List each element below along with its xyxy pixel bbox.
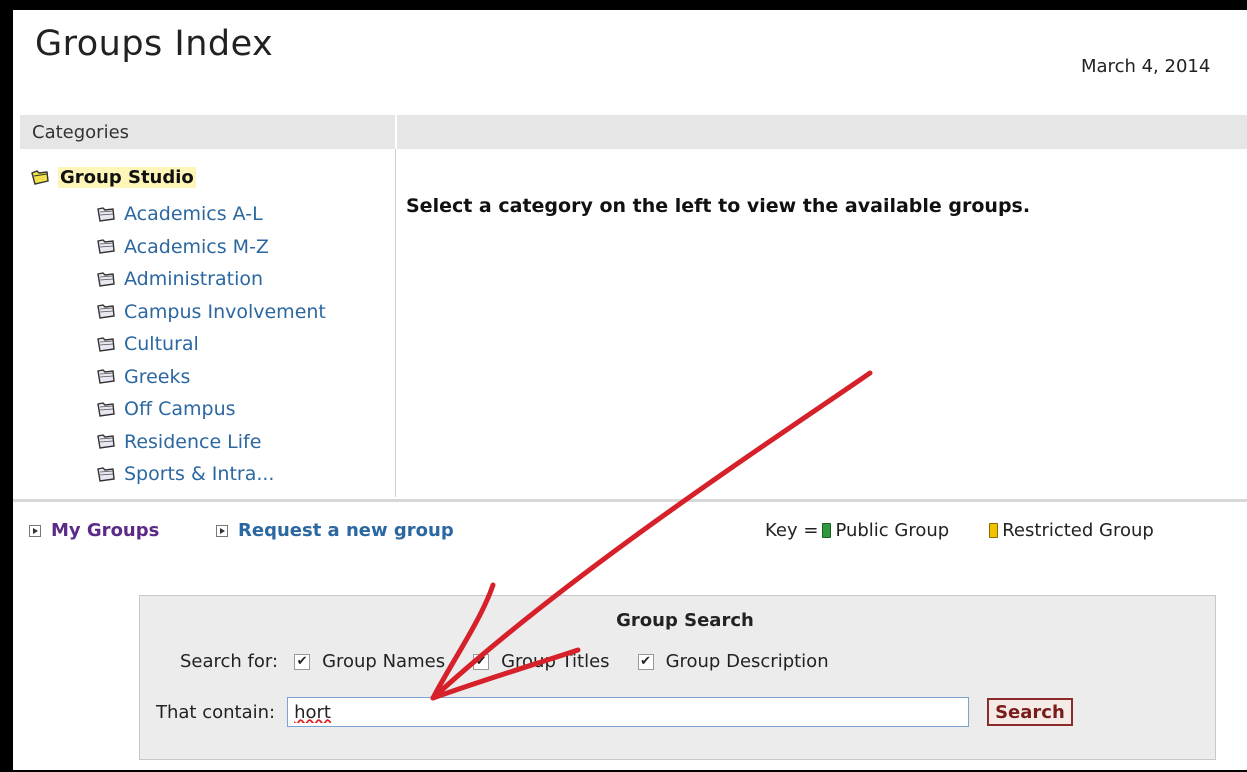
categories-header-bar: Categories (20, 115, 1247, 149)
folder-icon (97, 466, 115, 482)
select-category-message: Select a category on the left to view th… (406, 195, 1031, 217)
folder-icon (97, 271, 115, 287)
group-key-legend: Key = Public Group Restricted Group (765, 520, 1154, 541)
category-label: Residence Life (124, 430, 262, 453)
column-divider (395, 149, 396, 497)
key-prefix: Key = (765, 520, 819, 541)
request-group-label: Request a new group (238, 520, 454, 541)
group-description-checkbox[interactable]: ✔ (637, 653, 654, 670)
search-options-row: Search for: ✔ Group Names ✔ Group Titles… (180, 651, 829, 672)
category-label: Academics A-L (124, 203, 263, 226)
group-names-label: Group Names (322, 651, 446, 672)
group-names-checkbox[interactable]: ✔ (294, 653, 311, 670)
my-groups-label: My Groups (51, 520, 160, 541)
category-label: Sports & Intra... (124, 463, 275, 486)
category-list: Academics A-L Academics M-Z Administrati… (97, 198, 326, 491)
that-contain-label: That contain: (156, 701, 276, 723)
open-folder-icon (31, 170, 49, 185)
group-description-label: Group Description (665, 651, 829, 672)
category-item[interactable]: Cultural (97, 328, 326, 361)
category-label: Cultural (124, 333, 199, 356)
category-label: Campus Involvement (124, 300, 326, 323)
expand-arrow-icon (29, 524, 41, 537)
group-search-panel: Group Search Search for: ✔ Group Names ✔… (139, 595, 1216, 760)
folder-icon (97, 401, 115, 417)
group-search-title: Group Search (616, 610, 754, 631)
section-divider (13, 499, 1247, 502)
expand-arrow-icon (216, 524, 228, 537)
public-group-icon (822, 523, 832, 538)
category-label: Greeks (124, 365, 191, 388)
category-item[interactable]: Campus Involvement (97, 296, 326, 329)
folder-icon (97, 304, 115, 320)
folder-icon (97, 336, 115, 352)
category-label: Administration (124, 268, 264, 291)
category-item[interactable]: Off Campus (97, 393, 326, 426)
category-label: Academics M-Z (124, 235, 269, 258)
page-title: Groups Index (35, 24, 274, 64)
restricted-group-label: Restricted Group (1002, 520, 1154, 541)
search-input[interactable] (287, 697, 970, 727)
current-date: March 4, 2014 (1081, 56, 1211, 77)
category-root-group-studio[interactable]: Group Studio (31, 167, 196, 188)
category-item[interactable]: Greeks (97, 361, 326, 394)
group-titles-checkbox[interactable]: ✔ (473, 653, 490, 670)
category-item[interactable]: Administration (97, 263, 326, 296)
request-group-link[interactable]: Request a new group (216, 520, 454, 541)
category-item[interactable]: Academics A-L (97, 198, 326, 231)
folder-icon (97, 206, 115, 222)
my-groups-link[interactable]: My Groups (29, 520, 159, 541)
categories-heading: Categories (32, 122, 130, 143)
category-item[interactable]: Academics M-Z (97, 231, 326, 264)
folder-icon (97, 369, 115, 385)
category-label: Off Campus (124, 398, 236, 421)
folder-icon (97, 239, 115, 255)
folder-icon (97, 434, 115, 450)
search-term-row: That contain: Search (156, 697, 1073, 727)
public-group-label: Public Group (835, 520, 950, 541)
search-for-label: Search for: (180, 651, 279, 672)
group-titles-label: Group Titles (501, 651, 610, 672)
category-item[interactable]: Residence Life (97, 426, 326, 459)
search-button[interactable]: Search (987, 698, 1073, 726)
category-root-label: Group Studio (58, 167, 196, 188)
category-item[interactable]: Sports & Intra... (97, 458, 326, 491)
restricted-group-icon (989, 523, 999, 538)
categories-header-cell: Categories (20, 115, 397, 149)
groups-index-page: Groups Index March 4, 2014 Categories Gr… (13, 10, 1247, 770)
